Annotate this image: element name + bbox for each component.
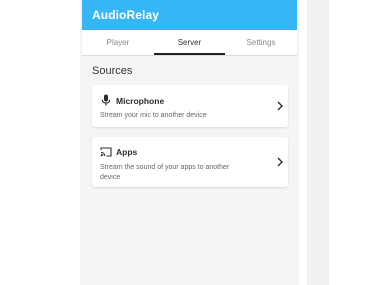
tab-settings[interactable]: Settings	[225, 30, 297, 55]
app-window: AudioRelay Player Server Settings Source…	[82, 0, 297, 285]
background-strip	[307, 0, 329, 285]
source-card-apps[interactable]: Apps Stream the sound of your apps to an…	[92, 137, 288, 187]
chevron-right-icon	[277, 157, 283, 167]
source-description: Stream the sound of your apps to another…	[100, 164, 230, 181]
app-title: AudioRelay	[92, 8, 160, 22]
background-left	[0, 0, 72, 285]
source-description: Stream your mic to another device	[100, 112, 207, 119]
tab-server[interactable]: Server	[154, 30, 225, 55]
tab-bar: Player Server Settings	[82, 30, 297, 56]
microphone-icon	[101, 94, 111, 106]
tab-player[interactable]: Player	[82, 30, 154, 55]
active-tab-indicator	[154, 53, 225, 55]
source-title: Microphone	[116, 96, 165, 106]
app-bar: AudioRelay	[82, 0, 297, 30]
cast-icon	[100, 147, 112, 157]
chevron-right-icon	[277, 101, 283, 111]
sources-heading: Sources	[92, 65, 133, 77]
source-card-microphone[interactable]: Microphone Stream your mic to another de…	[92, 85, 288, 127]
source-title: Apps	[116, 147, 138, 157]
